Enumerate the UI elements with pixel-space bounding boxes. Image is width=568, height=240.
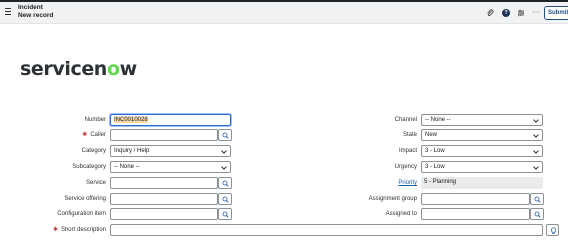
priority-label: Priority	[317, 177, 417, 189]
settings-sliders-icon[interactable]	[517, 9, 525, 17]
logo-text-end: w	[119, 58, 138, 80]
record-state: New record	[18, 11, 54, 19]
subcategory-label: Subcategory	[72, 164, 106, 170]
assigned-to-lookup-button[interactable]	[530, 208, 544, 220]
search-icon	[534, 211, 541, 218]
number-label: Number	[84, 117, 106, 123]
short-description-label: ✱ Short description	[6, 224, 106, 236]
channel-select[interactable]: -- None --	[421, 114, 543, 126]
short-description-field[interactable]	[110, 224, 543, 236]
channel-label: Channel	[394, 117, 417, 123]
servicenow-logo: servicenow	[20, 58, 137, 80]
caller-label: ✱ Caller	[6, 129, 106, 141]
assigned-to-field[interactable]	[421, 208, 530, 220]
configuration-item-label: Configuration item	[57, 211, 106, 217]
category-label: Category	[81, 148, 106, 154]
number-value: INC0010028	[114, 117, 148, 123]
logo-text: servicen	[20, 58, 107, 80]
suggestion-button[interactable]	[546, 224, 559, 236]
search-icon	[534, 196, 541, 203]
priority-link[interactable]: Priority	[398, 180, 417, 186]
record-title: Incident New record	[18, 4, 53, 19]
search-icon	[222, 132, 229, 139]
service-offering-label: Service offering	[64, 196, 106, 202]
configuration-item-lookup-button[interactable]	[218, 208, 232, 220]
subcategory-select[interactable]: -- None --	[110, 161, 231, 173]
form-header: Incident New record ? ··· Submit	[0, 0, 568, 24]
category-select[interactable]: Inquiry / Help	[110, 145, 231, 157]
search-icon	[222, 196, 229, 203]
search-icon	[222, 211, 229, 218]
impact-label: Impact	[398, 148, 417, 154]
short-description-label-text: Short description	[60, 227, 106, 233]
paperclip-icon[interactable]	[486, 9, 494, 17]
lightbulb-icon	[550, 227, 557, 234]
caller-label-text: Caller	[90, 132, 106, 138]
urgency-select[interactable]: 3 - Low	[421, 161, 543, 173]
assigned-to-label: Assigned to	[385, 211, 417, 217]
service-field[interactable]	[110, 177, 218, 189]
search-icon	[222, 180, 229, 187]
service-lookup-button[interactable]	[218, 177, 232, 189]
service-label: Service	[85, 180, 106, 186]
assignment-group-field[interactable]	[421, 193, 530, 205]
service-offering-field[interactable]	[110, 193, 218, 205]
caller-field[interactable]	[110, 129, 218, 141]
submit-button[interactable]: Submit	[544, 6, 568, 20]
table-name: Incident	[18, 4, 43, 11]
logo-accent: o	[106, 58, 120, 80]
required-icon: ✱	[82, 132, 88, 138]
service-offering-lookup-button[interactable]	[218, 193, 232, 205]
help-icon[interactable]: ?	[502, 9, 510, 17]
menu-icon[interactable]	[5, 8, 12, 16]
caller-lookup-button[interactable]	[218, 129, 232, 141]
urgency-label: Urgency	[394, 164, 417, 170]
impact-select[interactable]: 3 - Low	[421, 145, 543, 157]
priority-value: 5 - Planning	[421, 177, 543, 189]
assignment-group-label: Assignment group	[368, 196, 417, 202]
more-options-icon[interactable]: ···	[532, 9, 540, 17]
number-field[interactable]: INC0010028	[110, 114, 231, 126]
configuration-item-field[interactable]	[110, 208, 218, 220]
state-label: State	[402, 132, 417, 138]
state-select[interactable]: New	[421, 129, 543, 141]
required-icon: ✱	[52, 227, 58, 233]
assignment-group-lookup-button[interactable]	[530, 193, 544, 205]
